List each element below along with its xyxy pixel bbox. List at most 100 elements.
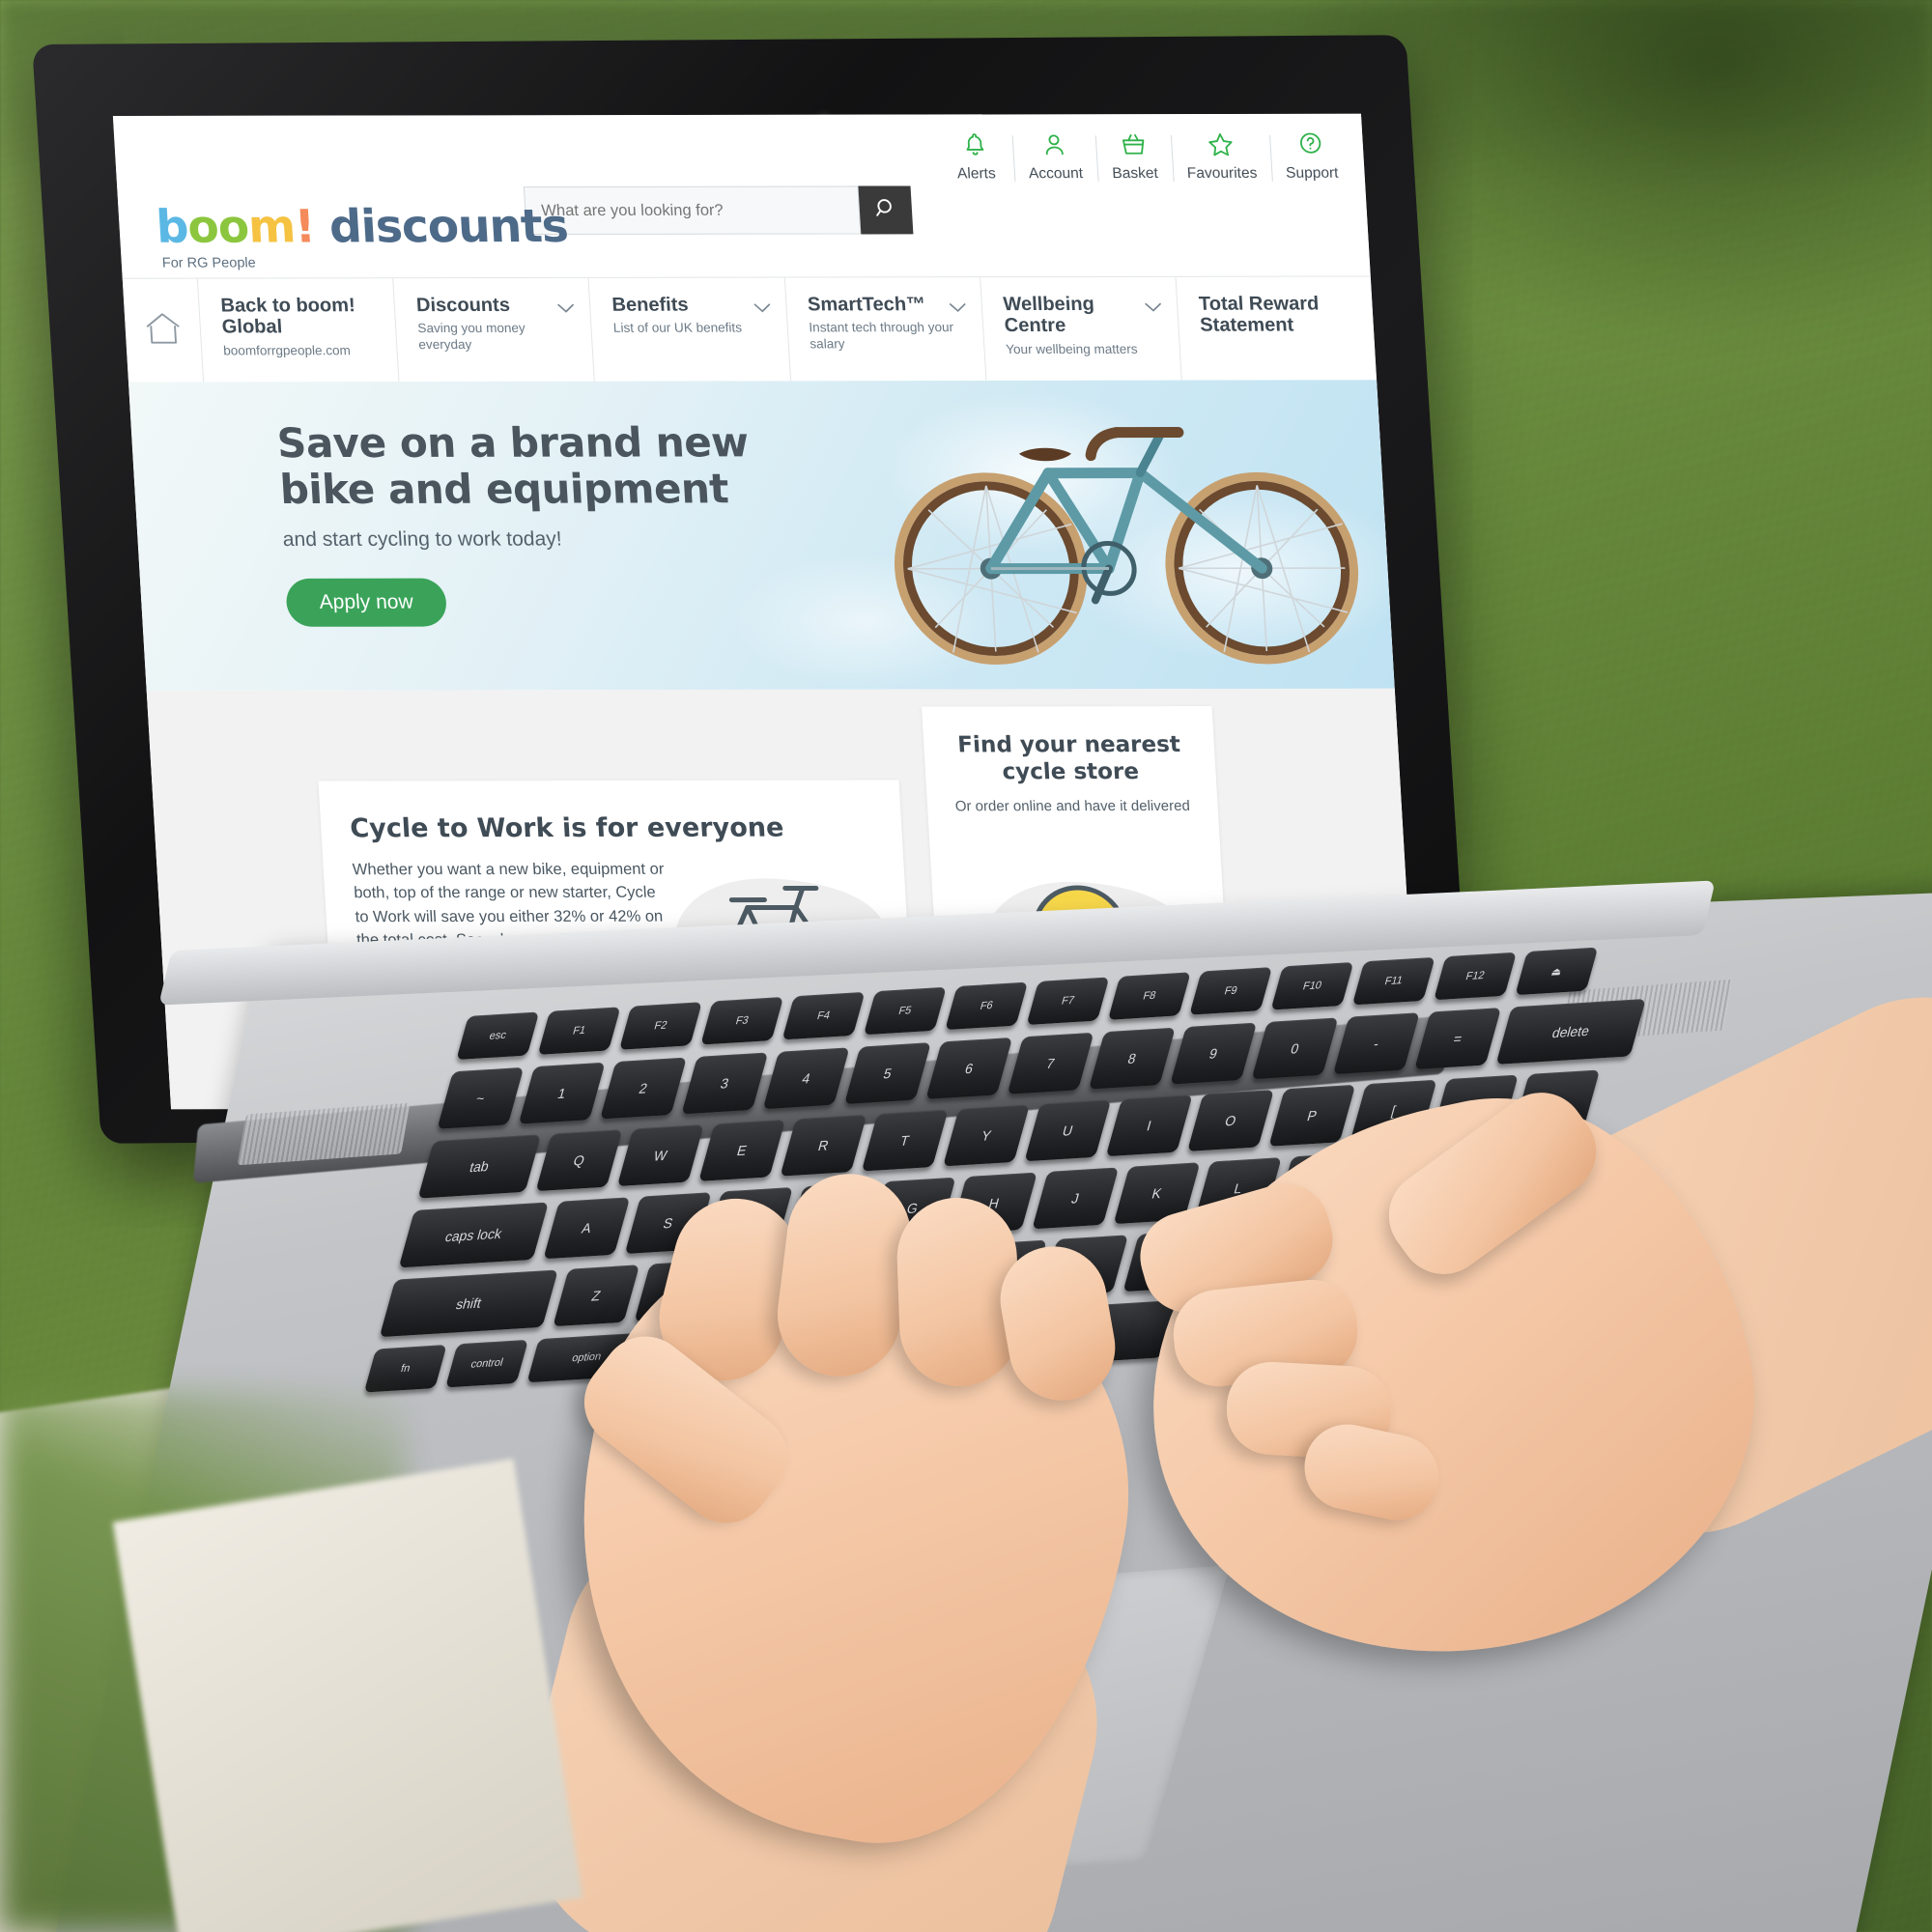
- key[interactable]: -: [1332, 1012, 1420, 1075]
- search-icon: [873, 196, 899, 223]
- nav-subtitle: List of our UK benefits: [612, 320, 743, 336]
- logo-exclamation: !: [293, 200, 317, 254]
- nav-item-wellbeing-centre[interactable]: Wellbeing Centre Your wellbeing matters: [980, 276, 1182, 381]
- key[interactable]: F8: [1107, 972, 1191, 1020]
- key[interactable]: 8: [1088, 1027, 1176, 1090]
- utility-item-alerts[interactable]: Alerts: [936, 131, 1014, 183]
- chevron-down-icon: [949, 300, 966, 317]
- utility-label: Account: [1028, 165, 1084, 183]
- nav-subtitle: Saving you money everyday: [416, 321, 526, 352]
- key[interactable]: 7: [1007, 1032, 1094, 1094]
- utility-item-basket[interactable]: Basket: [1095, 131, 1174, 183]
- utility-label: Favourites: [1186, 164, 1258, 182]
- chevron-down-icon: [557, 301, 575, 318]
- utility-item-account[interactable]: Account: [1011, 131, 1097, 183]
- key[interactable]: 9: [1170, 1022, 1258, 1085]
- control-key[interactable]: control: [445, 1339, 528, 1388]
- key[interactable]: E: [698, 1119, 786, 1181]
- shift-key-left[interactable]: shift: [379, 1269, 558, 1338]
- search-button[interactable]: [858, 185, 914, 235]
- key[interactable]: 6: [925, 1037, 1013, 1099]
- apply-now-button[interactable]: Apply now: [285, 578, 448, 627]
- nav-subtitle: Instant tech through your salary: [808, 320, 954, 352]
- key[interactable]: Y: [943, 1104, 1030, 1167]
- key[interactable]: T: [861, 1109, 949, 1172]
- key[interactable]: A: [543, 1197, 631, 1260]
- logo-wordmark: boom! discounts: [155, 200, 569, 254]
- hero-banner: Save on a brand new bike and equipment a…: [128, 380, 1395, 691]
- nav-title: Discounts: [415, 294, 511, 317]
- key[interactable]: =: [1414, 1008, 1502, 1070]
- key[interactable]: F4: [781, 991, 866, 1040]
- key[interactable]: O: [1187, 1090, 1274, 1151]
- nav-item-discounts[interactable]: Discounts Saving you money everyday: [393, 277, 596, 383]
- nav-title: SmartTech™: [807, 294, 926, 316]
- nav-title: Total Reward Statement: [1198, 293, 1320, 337]
- hero-heading: Save on a brand new bike and equipment: [275, 418, 750, 513]
- key[interactable]: J: [1032, 1167, 1120, 1230]
- key[interactable]: Q: [535, 1129, 623, 1192]
- star-icon: [1207, 131, 1236, 160]
- utility-item-favourites[interactable]: Favourites: [1171, 131, 1272, 183]
- hero-text-block: Save on a brand new bike and equipment a…: [275, 418, 791, 627]
- key[interactable]: 4: [762, 1047, 850, 1110]
- foreground-cloth: [112, 1458, 583, 1932]
- key[interactable]: F11: [1351, 956, 1435, 1006]
- nav-title: Back to boom! Global: [219, 295, 356, 338]
- hero-subheading: and start cycling to work today!: [282, 527, 563, 551]
- card-heading: Find your nearest cycle store: [956, 732, 1181, 785]
- eject-key[interactable]: ⏏: [1515, 947, 1599, 996]
- nav-item-back-to-boom-global[interactable]: Back to boom! Global boomforrgpeople.com: [197, 278, 400, 383]
- utility-label: Support: [1285, 164, 1339, 182]
- bell-icon: [961, 131, 988, 160]
- key[interactable]: U: [1024, 1099, 1112, 1162]
- key[interactable]: Z: [553, 1264, 640, 1327]
- logo-letter-oo: oo: [185, 200, 250, 254]
- utility-label: Alerts: [956, 165, 997, 183]
- key[interactable]: F6: [945, 981, 1029, 1031]
- key[interactable]: 5: [843, 1042, 931, 1105]
- key[interactable]: F7: [1026, 977, 1110, 1026]
- card-heading: Cycle to Work is for everyone: [349, 812, 785, 844]
- key[interactable]: F5: [863, 986, 947, 1036]
- logo-letter-m: m: [246, 200, 297, 254]
- key[interactable]: P: [1268, 1084, 1356, 1147]
- key[interactable]: 3: [681, 1052, 769, 1115]
- utility-label: Basket: [1111, 165, 1159, 183]
- key[interactable]: 0: [1251, 1017, 1339, 1080]
- key[interactable]: F9: [1189, 967, 1273, 1015]
- utility-nav: Alerts Account Basket Favourites Support: [935, 114, 1366, 204]
- chevron-down-icon: [1145, 300, 1162, 317]
- key[interactable]: F1: [537, 1007, 621, 1055]
- key[interactable]: W: [616, 1124, 704, 1187]
- nav-item-total-reward-statement[interactable]: Total Reward Statement: [1176, 276, 1377, 380]
- key[interactable]: R: [780, 1114, 867, 1177]
- nav-subtitle: boomforrgpeople.com: [222, 342, 352, 358]
- site-logo[interactable]: boom! discounts For RG People: [155, 200, 570, 271]
- search-input[interactable]: [523, 185, 862, 236]
- logo-word-discounts: discounts: [327, 200, 570, 254]
- key[interactable]: F12: [1434, 952, 1518, 1001]
- nav-subtitle: Your wellbeing matters: [1005, 341, 1138, 356]
- key[interactable]: I: [1105, 1094, 1193, 1157]
- key[interactable]: 2: [600, 1057, 687, 1120]
- user-icon: [1040, 131, 1067, 160]
- nav-item-benefits[interactable]: Benefits List of our UK benefits: [588, 277, 791, 382]
- bicycle-photo: [845, 389, 1395, 679]
- key[interactable]: F10: [1270, 961, 1354, 1010]
- logo-tagline: For RG People: [161, 255, 257, 271]
- nav-item-home[interactable]: [122, 278, 205, 383]
- utility-item-support[interactable]: Support: [1269, 131, 1354, 183]
- key[interactable]: F3: [700, 997, 784, 1045]
- caps-lock-key[interactable]: caps lock: [398, 1202, 549, 1268]
- nav-title: Wellbeing Centre: [1002, 293, 1095, 337]
- delete-key[interactable]: delete: [1495, 998, 1646, 1065]
- key[interactable]: F2: [618, 1002, 702, 1050]
- fn-key[interactable]: fn: [363, 1345, 447, 1393]
- key[interactable]: 1: [518, 1062, 606, 1124]
- tab-key[interactable]: tab: [417, 1134, 542, 1199]
- basket-icon: [1120, 131, 1149, 160]
- nav-item-smarttech[interactable]: SmartTech™ Instant tech through your sal…: [784, 277, 987, 382]
- key[interactable]: esc: [456, 1011, 540, 1061]
- nav-title: Benefits: [611, 294, 690, 316]
